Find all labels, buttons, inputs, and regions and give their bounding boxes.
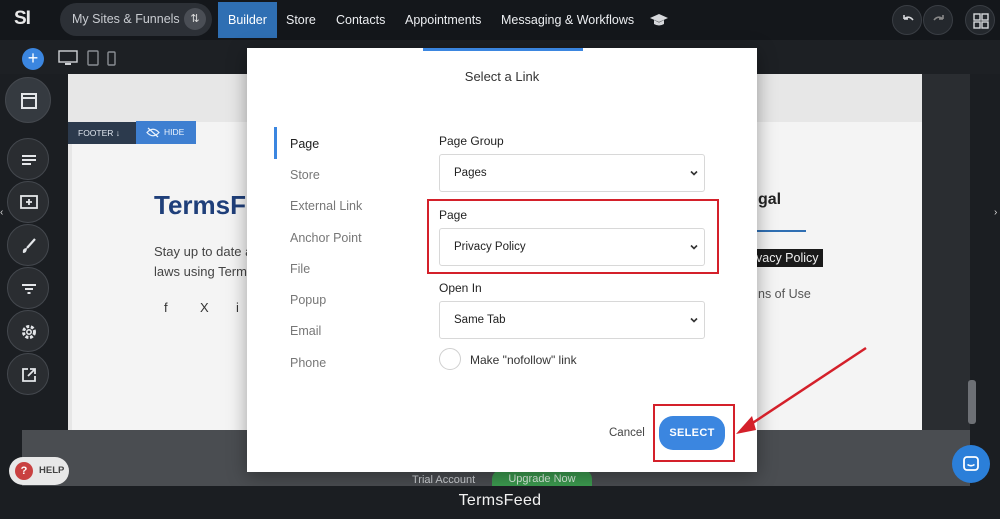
page-group-label: Page Group xyxy=(439,134,504,148)
add-element-button[interactable]: + xyxy=(22,48,44,70)
gear-icon xyxy=(22,325,36,339)
footer-brand-heading: TermsF xyxy=(154,190,246,220)
link-type-popup[interactable]: Popup xyxy=(290,293,326,307)
chevron-down-icon xyxy=(690,170,698,176)
settings-tool-button[interactable] xyxy=(7,310,49,352)
hide-section-button[interactable]: HIDE xyxy=(136,121,196,144)
select-link-modal: Select a Link Page Store External Link A… xyxy=(247,48,757,472)
grid-menu-button[interactable] xyxy=(965,5,995,35)
nav-tab-appointments[interactable]: Appointments xyxy=(405,2,481,38)
canvas-right-gutter xyxy=(922,74,970,430)
legal-heading-underline xyxy=(756,230,806,232)
privacy-policy-link-highlighted[interactable]: vacy Policy xyxy=(756,249,823,267)
top-nav-bar: SI My Sites & Funnels ⇅ Builder Store Co… xyxy=(0,0,1000,40)
question-icon: ? xyxy=(15,462,33,480)
chevron-down-icon xyxy=(690,244,698,250)
terms-of-use-link[interactable]: ns of Use xyxy=(758,287,811,301)
add-box-icon xyxy=(20,195,38,209)
help-button[interactable]: ? HELP xyxy=(9,457,69,485)
add-media-tool-button[interactable] xyxy=(7,181,49,223)
device-preview-icons[interactable] xyxy=(58,50,122,66)
modal-accent-line xyxy=(423,48,583,51)
trial-account-text: Trial Account xyxy=(412,474,476,486)
page-select[interactable]: Privacy Policy xyxy=(439,228,705,266)
redo-button[interactable] xyxy=(923,5,953,35)
x-icon[interactable]: X xyxy=(200,300,236,315)
link-type-page[interactable]: Page xyxy=(290,137,319,151)
chevron-down-icon xyxy=(690,317,698,323)
cancel-button[interactable]: Cancel xyxy=(609,427,645,439)
square-stack-icon xyxy=(21,93,37,109)
page-group-select[interactable]: Pages xyxy=(439,154,705,192)
right-edge-handle-icon[interactable]: › xyxy=(994,207,1000,218)
page-label: Page xyxy=(439,208,468,222)
grid-icon xyxy=(973,13,989,29)
page-group-value: Pages xyxy=(454,167,487,179)
footer-description-line: laws using Term xyxy=(154,264,247,279)
sites-funnels-selector[interactable]: My Sites & Funnels ⇅ xyxy=(60,3,212,36)
link-type-external-link[interactable]: External Link xyxy=(290,199,362,213)
link-type-store[interactable]: Store xyxy=(290,168,320,182)
style-tool-button[interactable] xyxy=(7,224,49,266)
sites-funnels-label: My Sites & Funnels xyxy=(72,12,180,26)
preview-tool-button[interactable] xyxy=(7,353,49,395)
nav-tab-builder[interactable]: Builder xyxy=(218,2,277,38)
chat-widget-button[interactable] xyxy=(952,445,990,483)
page-value: Privacy Policy xyxy=(454,241,526,253)
undo-button[interactable] xyxy=(892,5,922,35)
nav-tab-messaging-workflows[interactable]: Messaging & Workflows xyxy=(501,2,634,38)
nav-tab-contacts[interactable]: Contacts xyxy=(336,2,385,38)
legal-heading: gal xyxy=(758,191,782,208)
video-caption: TermsFeed xyxy=(0,486,1000,519)
link-type-email[interactable]: Email xyxy=(290,324,321,338)
select-button-highlight-box xyxy=(653,404,735,462)
canvas-scrollbar[interactable] xyxy=(968,380,976,424)
footer-description-line: Stay up to date a xyxy=(154,244,253,259)
app-logo[interactable]: SI xyxy=(14,8,44,32)
open-in-label: Open In xyxy=(439,281,482,295)
link-type-anchor-point[interactable]: Anchor Point xyxy=(290,231,362,245)
active-tab-indicator xyxy=(274,127,277,159)
link-type-phone[interactable]: Phone xyxy=(290,356,326,370)
modal-title: Select a Link xyxy=(464,69,540,84)
nav-tab-store[interactable]: Store xyxy=(286,2,316,38)
link-type-file[interactable]: File xyxy=(290,262,310,276)
open-in-select[interactable]: Same Tab xyxy=(439,301,705,339)
switch-icon[interactable]: ⇅ xyxy=(184,8,206,30)
filter-icon xyxy=(22,284,36,294)
help-label: HELP xyxy=(39,465,65,476)
paint-brush-icon xyxy=(22,238,36,253)
external-link-icon xyxy=(22,368,36,382)
footer-section-tag[interactable]: FOOTER ↓ xyxy=(68,122,136,144)
list-icon xyxy=(22,155,36,165)
facebook-icon[interactable]: f xyxy=(164,300,200,315)
left-edge-handle-icon[interactable]: ‹ xyxy=(0,207,8,218)
footer-description: Stay up to date a laws using Term xyxy=(154,242,254,282)
nofollow-label[interactable]: Make "nofollow" link xyxy=(470,353,577,367)
hide-label: HIDE xyxy=(164,127,185,137)
nofollow-checkbox[interactable] xyxy=(439,348,461,370)
undo-icon xyxy=(903,15,914,21)
sections-tool-button[interactable] xyxy=(7,138,49,180)
annotation-arrow-icon xyxy=(736,346,867,434)
redo-icon xyxy=(933,15,944,21)
eye-off-icon xyxy=(146,127,160,138)
open-in-value: Same Tab xyxy=(454,314,506,326)
filter-tool-button[interactable] xyxy=(7,267,49,309)
layers-tool-button[interactable] xyxy=(5,77,51,123)
chat-icon xyxy=(963,456,979,471)
graduation-cap-icon[interactable] xyxy=(648,9,670,31)
